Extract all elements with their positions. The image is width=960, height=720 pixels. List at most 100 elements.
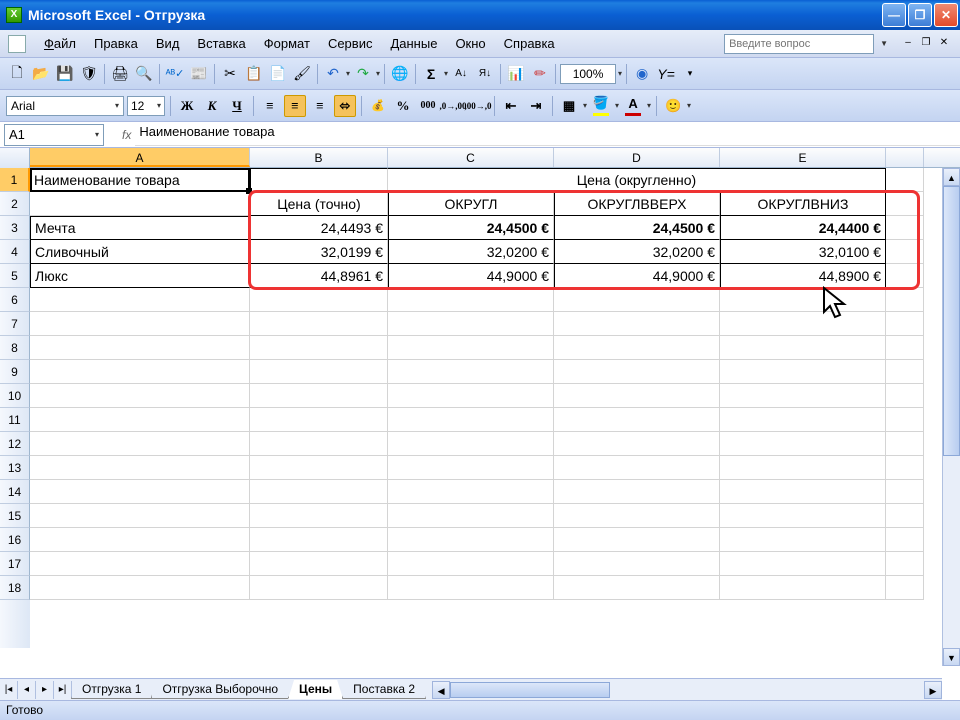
cell-B4[interactable]: 32,0199 € [250, 240, 388, 264]
row-header-7[interactable]: 7 [0, 312, 30, 336]
cell-B5[interactable]: 44,8961 € [250, 264, 388, 288]
menu-view[interactable]: Вид [148, 33, 188, 54]
close-button[interactable]: ✕ [934, 3, 958, 27]
sort-asc-button[interactable]: А↓ [450, 63, 472, 85]
align-center-button[interactable]: ≡ [284, 95, 306, 117]
column-header-B[interactable]: B [250, 148, 388, 167]
autosum-button[interactable]: Σ [420, 63, 442, 85]
first-sheet-button[interactable]: |◂ [0, 681, 18, 699]
mdi-minimize-button[interactable]: – [900, 37, 916, 51]
row-header-1[interactable]: 1 [0, 168, 30, 192]
cut-button[interactable]: ✂ [219, 63, 241, 85]
cell-A13[interactable] [30, 456, 250, 480]
menu-data[interactable]: Данные [382, 33, 445, 54]
row-header-18[interactable]: 18 [0, 576, 30, 600]
row-header-2[interactable]: 2 [0, 192, 30, 216]
cell-F2[interactable] [886, 192, 924, 216]
scroll-up-button[interactable]: ▲ [943, 168, 960, 186]
comma-style-button[interactable]: 000 [417, 95, 439, 117]
cell-A1[interactable]: Наименование товара [30, 168, 250, 192]
row-header-3[interactable]: 3 [0, 216, 30, 240]
row-header-10[interactable]: 10 [0, 384, 30, 408]
menu-file[interactable]: Файл [36, 33, 84, 54]
cell-F5[interactable] [886, 264, 924, 288]
fx-icon[interactable]: fx [122, 128, 131, 142]
autosum-dropdown-icon[interactable]: ▾ [444, 69, 448, 78]
save-button[interactable]: 💾 [54, 63, 76, 85]
undo-dropdown-icon[interactable]: ▾ [346, 69, 350, 78]
menu-help[interactable]: Справка [496, 33, 563, 54]
cell-A14[interactable] [30, 480, 250, 504]
drawing-button[interactable]: ✏ [529, 63, 551, 85]
row-header-6[interactable]: 6 [0, 288, 30, 312]
menu-edit[interactable]: Правка [86, 33, 146, 54]
increase-indent-button[interactable]: ⇥ [525, 95, 547, 117]
decrease-decimal-button[interactable]: ,00→,0 [467, 95, 489, 117]
smiley-button[interactable]: 🙂 [662, 95, 684, 117]
redo-button[interactable]: ↷ [352, 63, 374, 85]
minimize-button[interactable]: — [882, 3, 906, 27]
row-header-4[interactable]: 4 [0, 240, 30, 264]
chart-wizard-button[interactable]: 📊 [505, 63, 527, 85]
row-header-16[interactable]: 16 [0, 528, 30, 552]
menu-insert[interactable]: Вставка [189, 33, 253, 54]
row-header-15[interactable]: 15 [0, 504, 30, 528]
column-header-D[interactable]: D [554, 148, 720, 167]
cell-D5[interactable]: 44,9000 € [554, 264, 720, 288]
cell-A2[interactable] [30, 192, 250, 216]
sheet-tab-2[interactable]: Отгрузка Выборочно [151, 680, 289, 699]
cell-A10[interactable] [30, 384, 250, 408]
row-header-17[interactable]: 17 [0, 552, 30, 576]
mdi-close-button[interactable]: ✕ [936, 37, 952, 51]
horizontal-scrollbar[interactable]: ◀ ▶ [432, 681, 942, 699]
row-header-14[interactable]: 14 [0, 480, 30, 504]
last-sheet-button[interactable]: ▸| [54, 681, 72, 699]
font-color-dropdown-icon[interactable]: ▾ [647, 101, 651, 110]
cell-A11[interactable] [30, 408, 250, 432]
prev-sheet-button[interactable]: ◂ [18, 681, 36, 699]
font-color-button[interactable]: A [622, 95, 644, 117]
row-header-9[interactable]: 9 [0, 360, 30, 384]
select-all-corner[interactable] [0, 148, 30, 168]
cell-A3[interactable]: Мечта [30, 216, 250, 240]
zoom-dropdown-icon[interactable]: ▾ [618, 69, 622, 78]
cell-A7[interactable] [30, 312, 250, 336]
hyperlink-button[interactable]: 🌐 [389, 63, 411, 85]
scroll-left-button[interactable]: ◀ [432, 681, 450, 699]
cell-C4[interactable]: 32,0200 € [388, 240, 554, 264]
cell-A16[interactable] [30, 528, 250, 552]
cell-F3[interactable] [886, 216, 924, 240]
cell-C3[interactable]: 24,4500 € [388, 216, 554, 240]
sheet-tab-4[interactable]: Поставка 2 [342, 680, 426, 699]
currency-button[interactable]: 💰 [367, 95, 389, 117]
cell-F1[interactable] [886, 168, 924, 192]
cell-A15[interactable] [30, 504, 250, 528]
fill-color-button[interactable]: 🪣 [590, 95, 612, 117]
decrease-indent-button[interactable]: ⇤ [500, 95, 522, 117]
workbook-icon[interactable] [8, 35, 26, 53]
column-header-A[interactable]: A [30, 148, 250, 167]
name-box[interactable]: A1▾ [4, 124, 104, 146]
cell-A6[interactable] [30, 288, 250, 312]
cell-E4[interactable]: 32,0100 € [720, 240, 886, 264]
italic-button[interactable]: К [201, 95, 223, 117]
cell-A5[interactable]: Люкс [30, 264, 250, 288]
cell-F4[interactable] [886, 240, 924, 264]
fill-dropdown-icon[interactable]: ▾ [615, 101, 619, 110]
redo-dropdown-icon[interactable]: ▾ [376, 69, 380, 78]
vertical-scroll-thumb[interactable] [943, 186, 960, 456]
cell-A18[interactable] [30, 576, 250, 600]
column-header-E[interactable]: E [720, 148, 886, 167]
cell-A12[interactable] [30, 432, 250, 456]
percent-button[interactable]: % [392, 95, 414, 117]
cell-B2[interactable]: Цена (точно) [250, 192, 388, 216]
font-selector[interactable]: Arial▾ [6, 96, 124, 116]
formula-bar-input[interactable]: Наименование товара [135, 124, 960, 146]
cell-E2[interactable]: ОКРУГЛВНИЗ [720, 192, 886, 216]
mdi-restore-button[interactable]: ❐ [918, 37, 934, 51]
sheet-tab-1[interactable]: Отгрузка 1 [71, 680, 152, 699]
borders-dropdown-icon[interactable]: ▾ [583, 101, 587, 110]
help-button[interactable]: ◉ [631, 63, 653, 85]
cell-D2[interactable]: ОКРУГЛВВЕРХ [554, 192, 720, 216]
sort-desc-button[interactable]: Я↓ [474, 63, 496, 85]
